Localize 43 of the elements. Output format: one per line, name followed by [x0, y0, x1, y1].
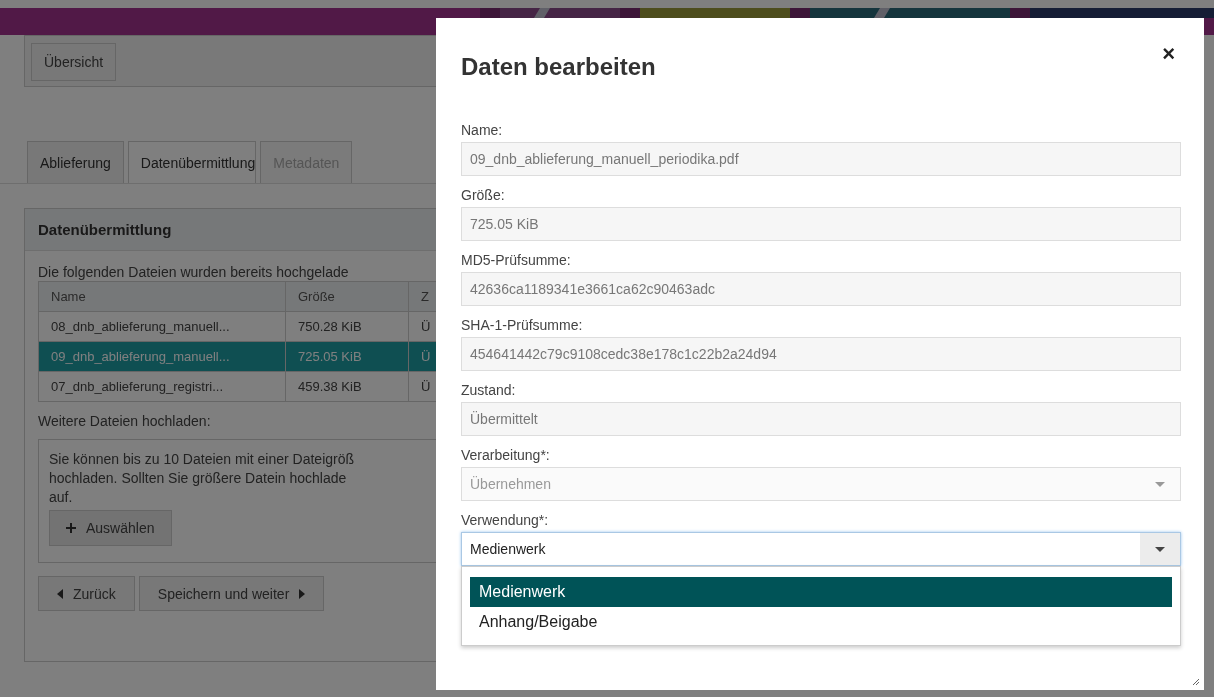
dropdown-option[interactable]: Anhang/Beigabe	[470, 607, 1172, 637]
table-cell: 750.28 KiB	[285, 311, 409, 342]
table-cell: 459.38 KiB	[285, 371, 409, 402]
column-header: Name	[38, 281, 286, 312]
input-field[interactable]: 725.05 KiB	[461, 207, 1181, 241]
table-cell: 07_dnb_ablieferung_registri...	[38, 371, 286, 402]
table-cell: 08_dnb_ablieferung_manuell...	[38, 311, 286, 342]
dialog-title: Daten bearbeiten	[461, 53, 656, 81]
input-field[interactable]: 454641442c79c9108cedc38e178c1c22b2a24d94	[461, 337, 1181, 371]
column-header: Z	[408, 281, 436, 312]
column-header: Größe	[285, 281, 409, 312]
table-cell: 09_dnb_ablieferung_manuell...	[38, 341, 286, 372]
caret-down-icon	[1155, 481, 1165, 487]
field-label: MD5-Prüfsumme:	[461, 251, 572, 269]
input-field[interactable]: 09_dnb_ablieferung_manuell_periodika.pdf	[461, 142, 1181, 176]
upload-text: Sie können bis zu 10 Dateien mit einer Dateigröß hochladen. Sollten Sie größere Datein hochlade auf.	[49, 450, 356, 507]
choose-button[interactable]: Auswählen	[49, 510, 172, 546]
table-cell: 725.05 KiB	[285, 341, 409, 372]
plus-icon	[66, 523, 76, 533]
close-button[interactable]: ×	[1158, 43, 1179, 65]
overview-button[interactable]: Übersicht	[31, 43, 117, 81]
table-row[interactable]: 09_dnb_ablieferung_manuell... 725.05 KiB Ü	[38, 341, 436, 372]
tab[interactable]: Ablieferung	[27, 141, 124, 183]
input-field[interactable]: Übermittelt	[461, 402, 1181, 436]
field-label: Zustand:	[461, 381, 517, 399]
field-label: Name:	[461, 121, 504, 139]
input-field[interactable]: 42636ca1189341e3661ca62c90463adc	[461, 272, 1181, 306]
save-button[interactable]: Speichern und weiter	[138, 576, 325, 611]
tab[interactable]: Datenübermittlung	[127, 141, 257, 183]
caret-left-icon	[57, 588, 63, 599]
dropdown-option[interactable]: Medienwerk	[470, 577, 1172, 607]
field-label: Verwendung*:	[461, 511, 550, 529]
caret-right-icon	[299, 588, 306, 599]
field-label: Verarbeitung*:	[461, 446, 551, 464]
panel-title: Datenübermittlung	[38, 221, 172, 238]
back-button[interactable]: Zurück	[38, 576, 135, 611]
select-field[interactable]: Medienwerk	[461, 532, 1181, 566]
field-label: Größe:	[461, 186, 506, 204]
intro-text: Die folgenden Dateien wurden bereits hochgelade	[38, 264, 350, 280]
upload-label: Weitere Dateien hochladen:	[38, 413, 212, 429]
field-label: SHA-1-Prüfsumme:	[461, 316, 584, 334]
resize-handle-icon[interactable]	[1192, 678, 1200, 686]
caret-down-icon	[1155, 546, 1165, 552]
